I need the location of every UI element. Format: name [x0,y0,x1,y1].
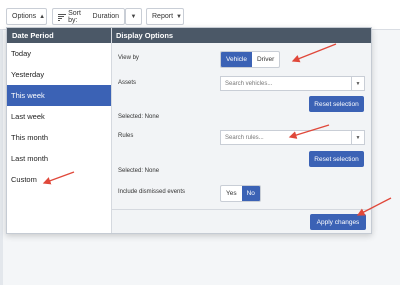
caret-down-icon: ▼ [176,13,182,20]
view-by-toggle: Vehicle Driver [220,51,281,68]
date-period-header: Date Period [7,28,111,43]
caret-up-icon: ▲ [39,13,46,20]
search-vehicles-select[interactable]: Search vehicles... ▼ [220,76,365,91]
dialog-footer: Apply changes [112,209,371,233]
dropdown-caret-icon: ▼ [351,77,364,90]
period-item-this-month[interactable]: This month [7,127,111,148]
options-dialog: Date Period Today Yesterday This week La… [6,27,372,234]
caret-down-icon: ▼ [130,13,137,20]
view-by-label: View by [118,55,139,61]
sort-direction-button[interactable]: ▼ [125,8,142,25]
background-sidebar-strip [0,30,3,285]
sort-icon [58,13,66,21]
rules-label: Rules [118,133,134,139]
dismissed-yes-button[interactable]: Yes [221,186,242,201]
reset-assets-button[interactable]: Reset selection [309,96,364,112]
include-dismissed-toggle: Yes No [220,185,261,202]
search-rules-placeholder: Search rules... [225,134,264,141]
sort-by-button[interactable]: Sort by: Duration [52,8,125,25]
report-button[interactable]: Report ▼ [146,8,184,25]
sort-by-value: Duration [92,13,119,20]
options-button[interactable]: Options ▲ [6,8,47,25]
period-item-this-week[interactable]: This week [7,85,111,106]
period-item-last-month[interactable]: Last month [7,148,111,169]
top-toolbar: Options ▲ Sort by: Duration ▼ Report ▼ [0,0,400,30]
dropdown-caret-icon: ▼ [351,131,364,144]
dismissed-no-button[interactable]: No [241,186,260,201]
search-vehicles-placeholder: Search vehicles... [225,80,273,87]
period-item-yesterday[interactable]: Yesterday [7,64,111,85]
date-period-panel: Date Period Today Yesterday This week La… [7,28,112,233]
sort-by-label: Sort by: [68,9,81,24]
search-rules-select[interactable]: Search rules... ▼ [220,130,365,145]
assets-selected-text: Selected: None [118,114,160,120]
period-item-last-week[interactable]: Last week [7,106,111,127]
display-options-panel: Display Options View by Vehicle Driver A… [112,28,371,233]
period-item-today[interactable]: Today [7,43,111,64]
view-by-driver-button[interactable]: Driver [252,52,279,67]
include-dismissed-label: Include dismissed events [118,189,186,195]
assets-label: Assets [118,80,137,86]
display-options-header: Display Options [112,28,371,43]
rules-selected-text: Selected: None [118,168,160,174]
report-label: Report [152,13,174,20]
options-label: Options [12,13,37,20]
period-item-custom[interactable]: Custom [7,169,111,190]
reset-rules-button[interactable]: Reset selection [309,151,364,167]
apply-changes-button[interactable]: Apply changes [310,214,366,230]
view-by-vehicle-button[interactable]: Vehicle [221,52,252,67]
